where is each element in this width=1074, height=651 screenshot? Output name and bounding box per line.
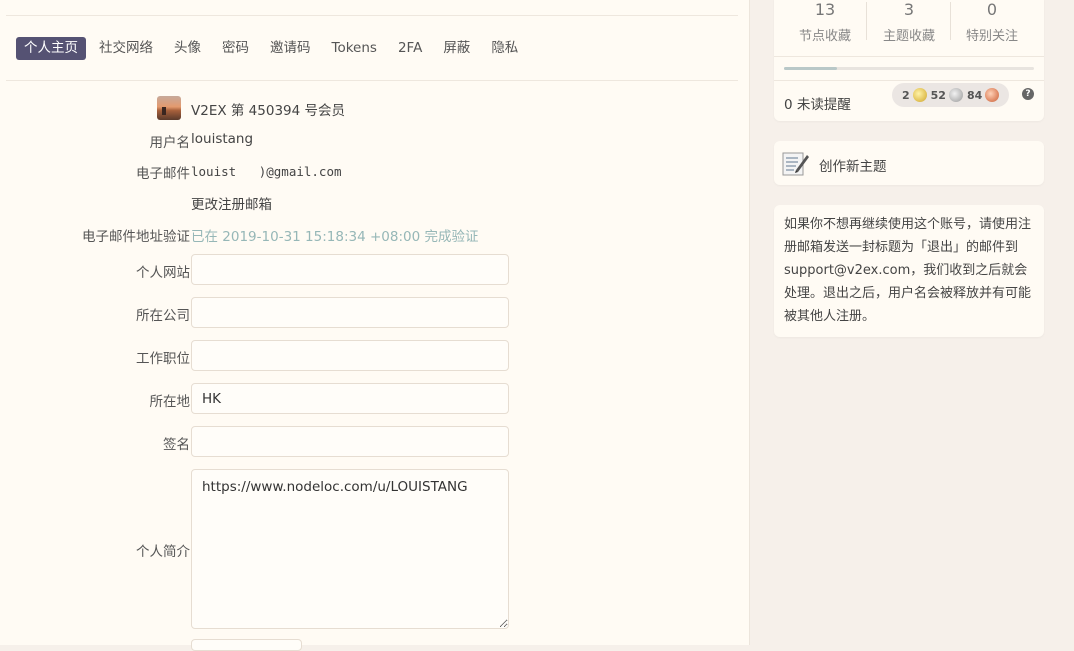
username-label: 用户名 xyxy=(149,135,191,151)
account-deletion-notice: 如果你不想再继续使用这个账号，请使用注册邮箱发送一封标题为「退出」的邮件到 su… xyxy=(774,205,1044,337)
save-button[interactable] xyxy=(191,639,302,651)
website-input[interactable] xyxy=(191,254,509,285)
settings-tabs: 个人主页 社交网络 头像 密码 邀请码 Tokens 2FA 屏蔽 隐私 xyxy=(16,36,531,60)
gold-count: 2 xyxy=(902,88,910,102)
job-title-input[interactable] xyxy=(191,340,509,371)
bronze-count: 84 xyxy=(966,88,983,102)
divider xyxy=(774,56,1044,57)
gold-coin-icon xyxy=(912,88,927,102)
stat-count: 3 xyxy=(903,0,915,19)
tab-privacy[interactable]: 隐私 xyxy=(483,37,526,60)
tab-profile[interactable]: 个人主页 xyxy=(16,36,86,60)
main-panel: 个人主页 社交网络 头像 密码 邀请码 Tokens 2FA 屏蔽 隐私 V2E… xyxy=(0,0,750,651)
silver-coin-icon xyxy=(948,88,963,102)
progress-fill xyxy=(784,67,837,70)
website-label: 个人网站 xyxy=(136,265,190,281)
tab-social[interactable]: 社交网络 xyxy=(91,37,161,60)
progress-bar xyxy=(784,67,1034,70)
tab-password[interactable]: 密码 xyxy=(214,37,257,60)
email-value: louist )@gmail.com xyxy=(191,164,342,179)
signature-input[interactable] xyxy=(191,426,509,457)
stat-node-favorites[interactable]: 13 节点收藏 xyxy=(783,0,867,44)
bronze-coin-icon xyxy=(985,88,1000,102)
tab-tokens[interactable]: Tokens xyxy=(324,37,385,60)
email-label: 电子邮件 xyxy=(136,166,190,182)
help-icon[interactable]: ? xyxy=(1022,88,1034,100)
change-email-link[interactable]: 更改注册邮箱 xyxy=(191,193,272,213)
stats-card: 13 节点收藏 3 主题收藏 0 特别关注 0 未读提醒 2 52 84 ? xyxy=(774,0,1044,121)
company-input[interactable] xyxy=(191,297,509,328)
stat-label: 主题收藏 xyxy=(882,29,935,44)
avatar xyxy=(157,96,181,120)
stat-label: 节点收藏 xyxy=(798,29,851,44)
tab-block[interactable]: 屏蔽 xyxy=(435,37,478,60)
divider xyxy=(6,15,738,16)
location-label: 所在地 xyxy=(149,394,191,410)
stat-topic-favorites[interactable]: 3 主题收藏 xyxy=(867,0,951,44)
job-title-label: 工作职位 xyxy=(136,351,190,367)
tab-2fa[interactable]: 2FA xyxy=(390,37,430,60)
divider xyxy=(774,80,1044,81)
stat-following[interactable]: 0 特别关注 xyxy=(950,0,1034,44)
bio-label: 个人简介 xyxy=(136,544,190,560)
email-verify-label: 电子邮件地址验证 xyxy=(82,229,190,245)
divider xyxy=(6,80,738,81)
stat-count: 13 xyxy=(814,0,836,19)
signature-label: 签名 xyxy=(163,437,190,453)
notepad-pencil-icon xyxy=(782,152,809,176)
username-value: louistang xyxy=(191,131,254,147)
unread-notifications[interactable]: 0 未读提醒 xyxy=(784,93,851,113)
bio-textarea[interactable]: https://www.nodeloc.com/u/LOUISTANG xyxy=(191,469,509,629)
notice-text: 如果你不想再继续使用这个账号，请使用注册邮箱发送一封标题为「退出」的邮件到 su… xyxy=(784,217,1032,324)
company-label: 所在公司 xyxy=(136,308,190,324)
stat-label: 特别关注 xyxy=(965,29,1018,44)
create-topic-card[interactable]: 创作新主题 xyxy=(774,141,1044,185)
email-verify-status: 已在 2019-10-31 15:18:34 +08:00 完成验证 xyxy=(191,229,479,245)
create-topic-link[interactable]: 创作新主题 xyxy=(819,155,887,175)
balance-badge[interactable]: 2 52 84 xyxy=(892,83,1010,107)
member-number: V2EX 第 450394 号会员 xyxy=(191,103,346,119)
tab-invite-code[interactable]: 邀请码 xyxy=(262,37,319,60)
silver-count: 52 xyxy=(930,88,946,102)
tab-avatar[interactable]: 头像 xyxy=(166,37,209,60)
location-input[interactable] xyxy=(191,383,509,414)
stat-count: 0 xyxy=(986,0,998,19)
